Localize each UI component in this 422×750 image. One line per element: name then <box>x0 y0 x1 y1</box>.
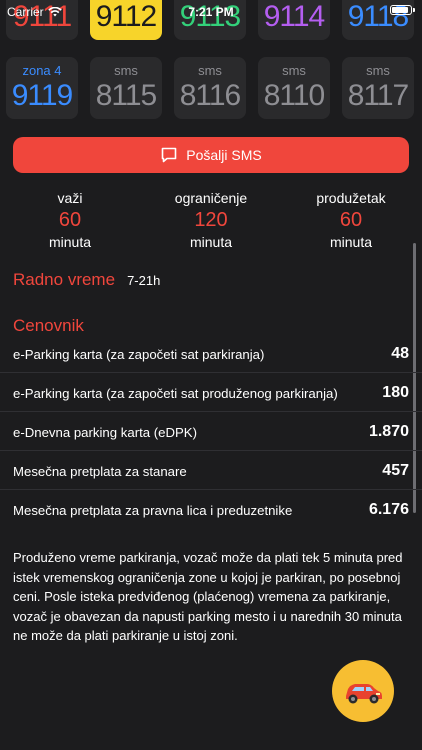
working-hours-label: Radno vreme <box>13 270 116 289</box>
price-name: e-Parking karta (za započeti sat produže… <box>13 385 338 401</box>
zone-number: 8110 <box>263 79 326 112</box>
zone-number: 8117 <box>347 79 410 112</box>
working-hours: Radno vreme 7-21h <box>13 270 160 290</box>
limit-unit: minuta <box>48 234 92 250</box>
limit-valid: važi 60 minuta <box>10 190 130 250</box>
status-time: 7:21 PM <box>188 5 234 19</box>
limit-restriction: ograničenje 120 minuta <box>151 190 271 250</box>
price-name: Mesečna pretplata za pravna lica i predu… <box>13 502 293 518</box>
send-sms-label: Pošalji SMS <box>186 147 262 163</box>
car-button[interactable] <box>332 660 394 722</box>
zone-tile-8115[interactable]: sms 8115 <box>90 57 162 119</box>
price-row: Mesečna pretplata za stanare 457 <box>13 461 409 481</box>
price-name: e-Dnevna parking karta (eDPK) <box>13 424 197 440</box>
limit-title: ograničenje <box>174 190 248 206</box>
working-hours-value: 7-21h <box>127 273 161 288</box>
limit-value: 60 <box>339 209 363 231</box>
zone-label: sms <box>198 63 222 78</box>
price-row: e-Parking karta (za započeti sat parkira… <box>13 344 409 364</box>
zone-row-2: zona 4 9119 sms 8115 sms 8116 sms 8110 sms 8117 <box>6 57 418 119</box>
limit-extension: produžetak 60 minuta <box>291 190 411 250</box>
zone-label: sms <box>114 63 138 78</box>
zone-number: 8116 <box>179 79 242 112</box>
zone-label: sms <box>366 63 390 78</box>
price-row: Mesečna pretplata za pravna lica i predu… <box>13 500 409 520</box>
zone-tile-8117[interactable]: sms 8117 <box>342 57 414 119</box>
time-limits: važi 60 minuta ograničenje 120 minuta pr… <box>0 190 422 254</box>
battery-icon <box>390 5 415 15</box>
price-name: Mesečna pretplata za stanare <box>13 463 187 479</box>
price-amount: 457 <box>382 462 409 479</box>
price-name: e-Parking karta (za započeti sat parkira… <box>13 346 265 362</box>
send-sms-button[interactable]: Pošalji SMS <box>13 137 409 173</box>
zone-tile-8110[interactable]: sms 8110 <box>258 57 330 119</box>
divider <box>0 411 422 412</box>
limit-title: produžetak <box>316 190 386 206</box>
message-icon <box>161 147 177 163</box>
zone-label: zona 4 <box>22 63 62 78</box>
zone-number: 9119 <box>11 79 74 112</box>
price-amount: 6.176 <box>368 501 409 518</box>
price-row: e-Parking karta (za započeti sat produže… <box>13 383 409 403</box>
divider <box>0 372 422 373</box>
divider <box>0 489 422 490</box>
limit-title: važi <box>57 190 83 206</box>
parking-note: Produženo vreme parkiranja, vozač može d… <box>13 550 403 643</box>
zone-number: 8115 <box>95 79 158 112</box>
price-amount: 1.870 <box>368 423 409 440</box>
zone-label: sms <box>282 63 306 78</box>
divider <box>0 450 422 451</box>
limit-value: 60 <box>58 209 82 231</box>
price-row: e-Dnevna parking karta (eDPK) 1.870 <box>13 422 409 442</box>
price-amount: 48 <box>391 345 409 362</box>
scrollbar[interactable] <box>413 243 416 513</box>
zone-tile-8116[interactable]: sms 8116 <box>174 57 246 119</box>
car-icon <box>346 684 382 704</box>
pricing-title: Cenovnik <box>13 316 84 335</box>
limit-unit: minuta <box>329 234 373 250</box>
status-bar: Carrier 7:21 PM <box>0 0 422 22</box>
limit-unit: minuta <box>189 234 233 250</box>
limit-value: 120 <box>194 209 228 231</box>
price-amount: 180 <box>382 384 409 401</box>
zone-tile-9119[interactable]: zona 4 9119 <box>6 57 78 119</box>
